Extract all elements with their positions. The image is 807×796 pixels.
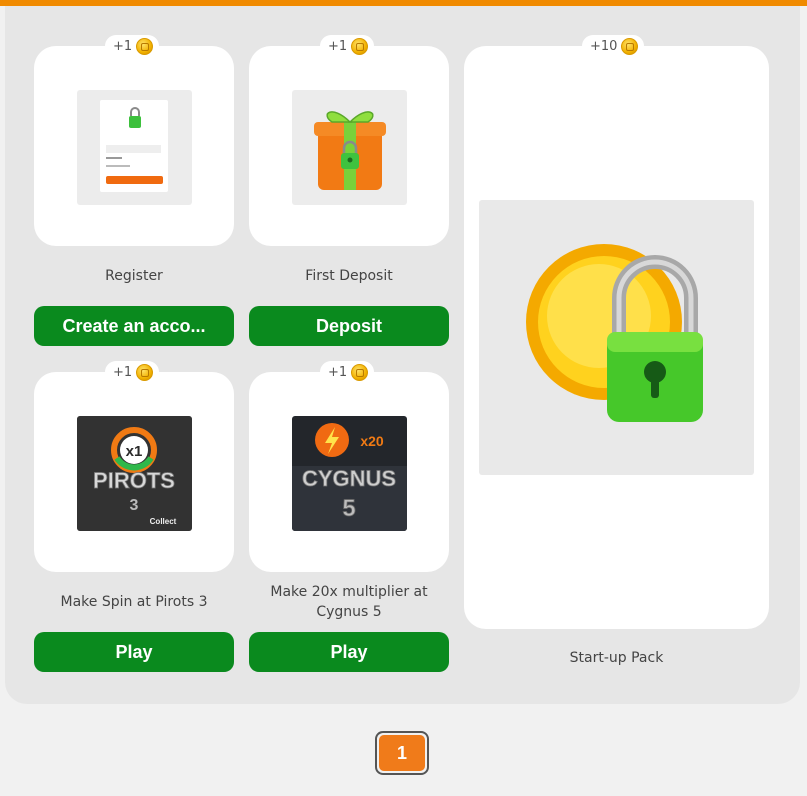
gift-thumbnail	[292, 90, 407, 205]
rewards-panel: +1 Register Create an acco... +1 First D…	[5, 6, 800, 704]
task-title-startup-pack: Start-up Pack	[569, 650, 664, 666]
play-cygnus-5-button[interactable]: Play	[249, 632, 449, 672]
coin-icon	[136, 363, 154, 381]
register-thumbnail	[77, 90, 192, 205]
reward-amount: +1	[328, 364, 348, 380]
task-card-pirots-3: x1 PIROTS 3 Collect	[34, 372, 234, 572]
startup-pack-thumbnail	[479, 200, 754, 475]
coin-icon	[621, 37, 639, 55]
task-card-cygnus-5: x20 CYGNUS 5	[249, 372, 449, 572]
svg-text:5: 5	[342, 495, 355, 522]
game-logo-text: PIROTS	[93, 468, 175, 493]
reward-amount: +1	[328, 38, 348, 54]
reward-amount: +1	[113, 364, 133, 380]
reward-badge-startup-pack: +10	[582, 35, 645, 57]
task-title-cygnus-5: Make 20x multiplier at Cygnus 5	[270, 584, 428, 620]
game-logo-text: CYGNUS	[302, 466, 396, 491]
task-title-register: Register	[105, 268, 163, 284]
task-card-startup-pack	[464, 46, 769, 629]
task-title-pirots-3: Make Spin at Pirots 3	[60, 594, 208, 610]
reward-badge-register: +1	[105, 35, 160, 57]
pagination-page-1[interactable]: 1	[375, 731, 429, 775]
reward-amount: +10	[590, 38, 618, 54]
game-logo-subtext: Collect	[150, 517, 177, 526]
create-account-button[interactable]: Create an acco...	[34, 306, 234, 346]
reward-badge-cygnus-5: +1	[320, 361, 375, 383]
coin-icon	[136, 37, 154, 55]
coin-icon	[351, 37, 369, 55]
svg-text:3: 3	[130, 497, 139, 514]
reward-amount: +1	[113, 38, 133, 54]
pirots-3-thumbnail: x1 PIROTS 3 Collect	[77, 416, 192, 531]
task-title-first-deposit: First Deposit	[305, 268, 393, 284]
multiplier-badge: x1	[126, 443, 143, 460]
cygnus-5-thumbnail: x20 CYGNUS 5	[292, 416, 407, 531]
reward-badge-pirots-3: +1	[105, 361, 160, 383]
multiplier-badge: x20	[360, 433, 384, 449]
coin-icon	[351, 363, 369, 381]
reward-badge-first-deposit: +1	[320, 35, 375, 57]
deposit-button[interactable]: Deposit	[249, 306, 449, 346]
page-number: 1	[379, 735, 425, 771]
play-pirots-3-button[interactable]: Play	[34, 632, 234, 672]
task-card-first-deposit	[249, 46, 449, 246]
task-card-register	[34, 46, 234, 246]
